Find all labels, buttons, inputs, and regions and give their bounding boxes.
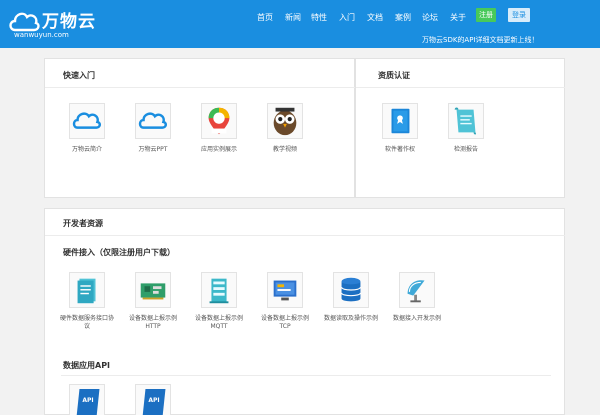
nav-home[interactable]: 首页 xyxy=(257,12,273,23)
tile-label: 硬件数据服务接口协议 xyxy=(59,315,114,330)
divider xyxy=(45,87,355,88)
tile-http-example[interactable]: 设备数据上报示例HTTP xyxy=(125,272,181,331)
tile-test-report[interactable]: 检测报告 xyxy=(438,103,494,154)
tile-mqtt-example[interactable]: 设备数据上报示例MQTT xyxy=(191,272,247,331)
hardware-subheading: 硬件接入（仅限注册用户下载） xyxy=(63,248,175,257)
scroll-icon xyxy=(448,103,484,139)
tile-data-read[interactable]: 数据读取及操作示例 xyxy=(323,272,379,323)
divider xyxy=(45,235,565,236)
logo-title: 万物云 xyxy=(42,12,96,32)
developer-panel: 开发者资源 硬件接入（仅限注册用户下载） 硬件数据服务接口协议 设备数据上报示例… xyxy=(44,208,565,415)
nav-forum[interactable]: 论坛 xyxy=(422,12,438,23)
tile-label: 检测报告 xyxy=(453,146,478,153)
server-rack-icon xyxy=(201,272,237,308)
circuit-board-icon xyxy=(135,272,171,308)
api-book-icon: API xyxy=(69,384,105,415)
tile-api-1[interactable]: API xyxy=(59,384,115,415)
nav-about[interactable]: 关于 xyxy=(450,12,466,23)
tile-label: 设备数据上报示例MQTT xyxy=(194,315,243,330)
owl-icon xyxy=(267,103,303,139)
tile-data-ingest[interactable]: 数据接入开发示例 xyxy=(389,272,445,323)
site-logo[interactable]: 万物云 wanwuyun.com xyxy=(8,6,118,42)
quickstart-panel: 快速入门 万物云简介 万物云PPT 应用实例展示 教学视频 xyxy=(44,58,355,198)
nav-news[interactable]: 新闻 xyxy=(285,12,301,23)
tile-label: 数据接入开发示例 xyxy=(392,315,441,322)
announcement-marquee[interactable]: 万物云SDK的API详细文档更新上线！ xyxy=(422,35,539,45)
register-button[interactable]: 注册 xyxy=(476,8,496,22)
tile-intro[interactable]: 万物云简介 xyxy=(59,103,115,154)
tile-copyright[interactable]: 软件著作权 xyxy=(372,103,428,154)
document-icon xyxy=(69,272,105,308)
top-header: 万物云 wanwuyun.com 首页 新闻 特性 入门 文档 案例 论坛 关于… xyxy=(0,0,600,48)
map-pin-icon xyxy=(201,103,237,139)
qualification-panel: 资质认证 软件著作权 检测报告 xyxy=(355,58,565,198)
api-book-icon: API xyxy=(135,384,171,415)
tile-label: 教学视频 xyxy=(272,146,297,153)
nav-getting-started[interactable]: 入门 xyxy=(339,12,355,23)
divider xyxy=(61,375,551,376)
database-icon xyxy=(333,272,369,308)
nav-features[interactable]: 特性 xyxy=(311,12,327,23)
tile-label: 应用实例展示 xyxy=(200,146,237,153)
tile-label: 数据读取及操作示例 xyxy=(323,315,378,322)
tile-api-2[interactable]: API xyxy=(125,384,181,415)
tile-label: 软件著作权 xyxy=(384,146,415,153)
monitor-icon xyxy=(267,272,303,308)
tile-tcp-example[interactable]: 设备数据上报示例TCP xyxy=(257,272,313,331)
tile-label: 设备数据上报示例TCP xyxy=(260,315,309,330)
satellite-dish-icon xyxy=(399,272,435,308)
login-button[interactable]: 登录 xyxy=(508,8,530,22)
quickstart-title: 快速入门 xyxy=(63,71,95,80)
tile-demo[interactable]: 应用实例展示 xyxy=(191,103,247,154)
nav-cases[interactable]: 案例 xyxy=(395,12,411,23)
tile-video[interactable]: 教学视频 xyxy=(257,103,313,154)
certificate-book-icon xyxy=(382,103,418,139)
qualification-title: 资质认证 xyxy=(378,71,410,80)
tile-hw-protocol[interactable]: 硬件数据服务接口协议 xyxy=(59,272,115,331)
tile-ppt[interactable]: 万物云PPT xyxy=(125,103,181,154)
tile-label: 设备数据上报示例HTTP xyxy=(128,315,177,330)
tile-label: 万物云PPT xyxy=(138,146,168,153)
cloud-icon xyxy=(69,103,105,139)
nav-docs[interactable]: 文档 xyxy=(367,12,383,23)
divider xyxy=(356,87,565,88)
logo-subtitle: wanwuyun.com xyxy=(14,31,69,39)
cloud-icon xyxy=(135,103,171,139)
tile-label: 万物云简介 xyxy=(71,146,102,153)
developer-title: 开发者资源 xyxy=(63,219,103,228)
api-subheading: 数据应用API xyxy=(63,361,111,370)
